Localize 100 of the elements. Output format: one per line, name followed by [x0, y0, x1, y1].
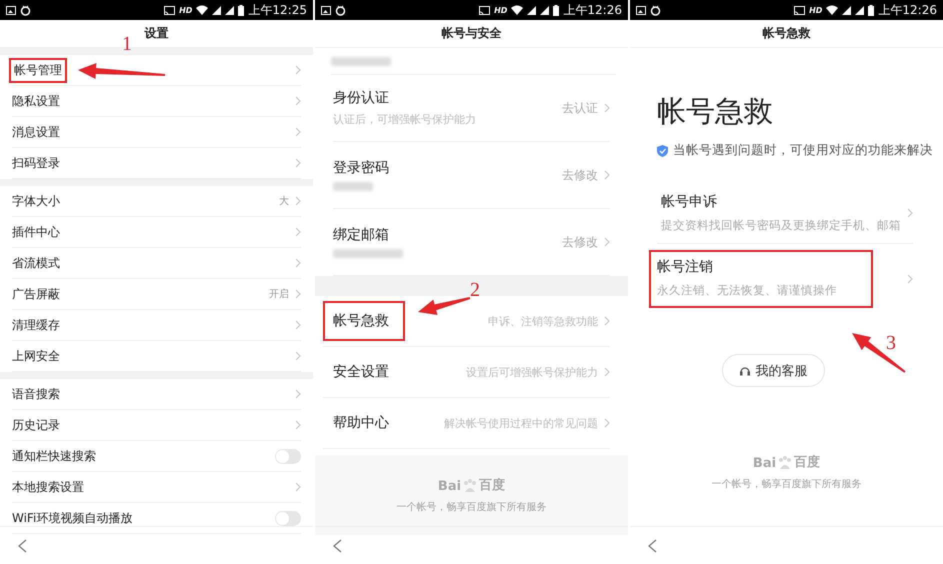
- setting-label: 帐号管理: [9, 58, 67, 82]
- wifi-icon: [511, 5, 524, 15]
- picture-icon: [321, 6, 331, 14]
- settings-row[interactable]: 清理缓存: [12, 310, 301, 341]
- setting-label: 安全设置: [332, 363, 390, 382]
- slogan: 一个帐号，畅享百度旗下所有服务: [396, 500, 546, 514]
- setting-hint: 解决帐号使用过程中的常见问题: [444, 416, 598, 430]
- chevron-icon: [295, 389, 301, 399]
- network-label: HD: [809, 6, 822, 14]
- network-label: HD: [179, 6, 192, 14]
- chevron-icon: [295, 196, 301, 206]
- battery-icon: [868, 4, 874, 16]
- setting-label: 登录密码: [333, 159, 389, 177]
- setting-value: 大: [279, 194, 289, 208]
- chevron-icon: [604, 237, 610, 247]
- setting-label: 省流模式: [11, 254, 61, 272]
- chevron-icon: [295, 158, 301, 168]
- option-row[interactable]: 帐号申诉 提交资料找回帐号密码及更换绑定手机、邮箱: [657, 183, 913, 244]
- setting-label: 帮助中心: [332, 414, 390, 433]
- notice-text: 当帐号遇到问题时，可使用对应的功能来解决: [673, 142, 933, 159]
- chevron-icon: [604, 367, 610, 377]
- setting-label: 广告屏蔽: [11, 286, 61, 302]
- settings-row[interactable]: 语音搜索: [12, 379, 301, 410]
- step-number: 1: [122, 34, 132, 54]
- slogan: 一个帐号，畅享百度旗下所有服务: [712, 478, 862, 491]
- picture-icon: [636, 6, 646, 14]
- back-icon[interactable]: [333, 538, 342, 552]
- shield-icon: [657, 144, 668, 156]
- step-number: 3: [886, 333, 896, 353]
- action-label: 去修改: [562, 166, 598, 184]
- logo-text: 百度: [479, 476, 506, 494]
- settings-row[interactable]: 插件中心: [12, 217, 301, 248]
- setting-label: 语音搜索: [11, 386, 61, 402]
- setting-description: 认证后，可增强帐号保护能力: [333, 112, 476, 127]
- setting-hint: 申诉、注销等急救功能: [488, 314, 598, 328]
- toggle-switch[interactable]: [275, 448, 301, 464]
- chevron-icon: [295, 227, 301, 237]
- wifi-icon: [196, 5, 208, 15]
- back-icon[interactable]: [648, 538, 657, 552]
- wifi-icon: [826, 5, 838, 15]
- network-label: HD: [494, 6, 508, 14]
- screen-title: 帐号急救: [630, 20, 943, 48]
- picture-icon: [6, 6, 16, 14]
- status-time: 上午12:25: [248, 2, 307, 18]
- setting-label: 隐私设置: [11, 92, 61, 110]
- cast-icon: [794, 6, 806, 14]
- setting-label: 身份认证: [333, 89, 390, 107]
- action-label: 去修改: [562, 234, 598, 250]
- settings-row[interactable]: 本地搜索设置: [12, 472, 301, 503]
- chevron-icon: [295, 351, 301, 361]
- setting-hint: 设置后可增强帐号保护能力: [466, 364, 598, 380]
- chevron-icon: [295, 65, 301, 75]
- logo-text: Bai: [438, 479, 462, 494]
- status-time: 上午12:26: [563, 2, 622, 18]
- option-title: 帐号注销: [657, 258, 714, 276]
- chevron-icon: [295, 96, 301, 106]
- support-button[interactable]: 我的客服: [722, 354, 824, 387]
- settings-row[interactable]: 登录密码 去修改: [333, 142, 610, 209]
- headset-icon: [738, 364, 750, 376]
- chevron-icon: [295, 289, 301, 299]
- setting-label: 上网安全: [11, 348, 61, 364]
- chevron-icon: [604, 170, 610, 180]
- notification-icon: [20, 4, 31, 16]
- settings-row[interactable]: 广告屏蔽 开启: [12, 279, 301, 310]
- setting-label: 本地搜索设置: [11, 478, 85, 496]
- chevron-icon: [295, 127, 301, 137]
- setting-label: 帐号急救: [323, 301, 405, 341]
- chevron-icon: [295, 320, 301, 330]
- notification-icon: [650, 4, 661, 16]
- chevron-icon: [604, 418, 610, 428]
- setting-label: 字体大小: [11, 192, 61, 210]
- setting-label: 历史记录: [11, 416, 61, 434]
- chevron-icon: [295, 482, 301, 492]
- chevron-icon: [604, 316, 610, 326]
- paw-icon: [777, 455, 794, 471]
- setting-label: 扫码登录: [11, 154, 61, 172]
- option-description: 提交资料找回帐号密码及更换绑定手机、邮箱: [661, 218, 901, 233]
- page-heading: 帐号急救: [657, 93, 774, 130]
- setting-label: 绑定邮箱: [333, 226, 390, 244]
- chevron-icon: [907, 208, 913, 218]
- arrow: [418, 297, 470, 315]
- cast-icon: [479, 6, 490, 14]
- settings-row[interactable]: 消息设置: [12, 117, 301, 148]
- action-label: 去认证: [562, 100, 598, 116]
- back-icon[interactable]: [18, 538, 27, 552]
- logo-text: 百度: [794, 454, 820, 471]
- settings-row[interactable]: 隐私设置: [12, 86, 301, 117]
- settings-row[interactable]: 身份认证 认证后，可增强帐号保护能力 去认证: [333, 75, 610, 142]
- settings-row[interactable]: 安全设置 设置后可增强帐号保护能力: [323, 347, 610, 398]
- settings-row[interactable]: 省流模式: [12, 248, 301, 279]
- chevron-icon: [907, 274, 913, 284]
- arrow: [852, 333, 906, 373]
- settings-row[interactable]: 帮助中心 解决帐号使用过程中的常见问题: [323, 398, 610, 449]
- cast-icon: [164, 6, 176, 14]
- settings-row[interactable]: 历史记录: [12, 410, 301, 441]
- settings-row[interactable]: 字体大小 大: [12, 186, 301, 217]
- toggle-switch[interactable]: [275, 510, 301, 526]
- notification-icon: [335, 4, 346, 16]
- chevron-icon: [295, 420, 301, 430]
- chevron-icon: [295, 258, 301, 268]
